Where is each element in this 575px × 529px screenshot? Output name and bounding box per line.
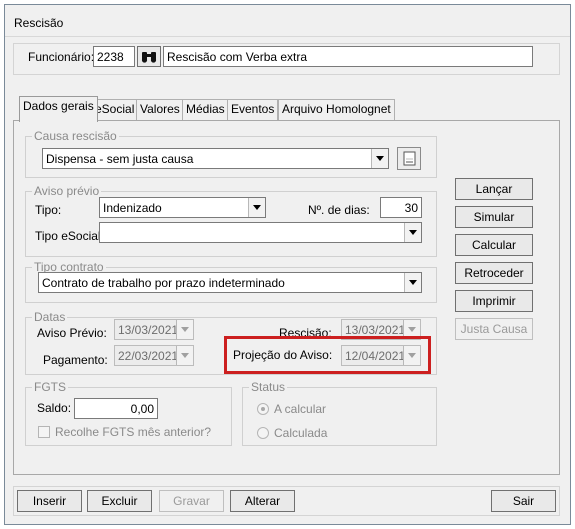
rescisao-date-value: 13/03/2021 xyxy=(345,323,406,337)
aviso-previo-title: Aviso prévio xyxy=(32,184,102,198)
rescisao-window: Rescisão Funcionário: Dados gerais eSoci… xyxy=(4,4,571,525)
projecao-aviso-date-value: 12/04/2021 xyxy=(345,349,406,363)
chevron-down-icon xyxy=(176,346,193,365)
chevron-down-icon xyxy=(403,346,420,365)
chevron-down-icon xyxy=(248,198,265,217)
retroceder-button[interactable]: Retroceder xyxy=(455,262,533,284)
fgts-title: FGTS xyxy=(32,380,68,394)
aviso-previo-date-picker[interactable]: 13/03/2021 xyxy=(114,319,194,340)
tipo-aviso-value: Indenizado xyxy=(103,201,162,215)
recolhe-fgts-label: Recolhe FGTS mês anterior? xyxy=(55,425,212,439)
status-group: Status xyxy=(242,380,437,446)
status-calculada-radio[interactable] xyxy=(257,427,269,439)
tipo-label: Tipo: xyxy=(35,203,62,217)
causa-details-button[interactable] xyxy=(397,147,421,170)
saldo-input[interactable] xyxy=(74,398,158,419)
pagamento-date-label: Pagamento: xyxy=(43,353,108,367)
dias-input[interactable] xyxy=(380,197,422,218)
tipo-contrato-value: Contrato de trabalho por prazo indetermi… xyxy=(42,276,285,290)
causa-rescisao-value: Dispensa - sem justa causa xyxy=(46,152,194,166)
causa-rescisao-select[interactable]: Dispensa - sem justa causa xyxy=(42,148,389,169)
causa-rescisao-title: Causa rescisão xyxy=(32,129,119,143)
status-a-calcular-label: A calcular xyxy=(274,402,327,416)
status-calculada-label: Calculada xyxy=(274,426,328,440)
recolhe-fgts-checkbox[interactable] xyxy=(38,426,50,438)
status-title: Status xyxy=(249,380,288,394)
justa-causa-button[interactable]: Justa Causa xyxy=(455,318,533,340)
tipo-contrato-select[interactable]: Contrato de trabalho por prazo indetermi… xyxy=(38,272,422,293)
projecao-aviso-label: Projeção do Aviso: xyxy=(233,348,333,362)
tab-content: Causa rescisão Dispensa - sem justa caus… xyxy=(5,5,570,524)
chevron-down-icon xyxy=(404,223,421,242)
document-icon xyxy=(403,151,416,166)
chevron-down-icon xyxy=(176,320,193,339)
simular-button[interactable]: Simular xyxy=(455,206,533,228)
datas-title: Datas xyxy=(32,310,68,324)
aviso-previo-date-value: 13/03/2021 xyxy=(118,323,179,337)
chevron-down-icon xyxy=(404,273,421,292)
dias-label: Nº. de dias: xyxy=(308,203,370,217)
projecao-aviso-date-picker[interactable]: 12/04/2021 xyxy=(341,345,421,366)
tipo-esocial-label: Tipo eSocial: xyxy=(35,229,104,243)
tab-dados-gerais[interactable]: Dados gerais xyxy=(19,96,98,122)
saldo-label: Saldo: xyxy=(37,401,72,415)
lancar-button[interactable]: Lançar xyxy=(455,178,533,200)
status-a-calcular-radio[interactable] xyxy=(257,403,269,415)
tipo-esocial-select[interactable] xyxy=(99,222,422,243)
aviso-previo-date-label: Aviso Prévio: xyxy=(37,326,107,340)
pagamento-date-value: 22/03/2021 xyxy=(118,349,179,363)
pagamento-date-picker[interactable]: 22/03/2021 xyxy=(114,345,194,366)
calcular-button[interactable]: Calcular xyxy=(455,234,533,256)
tipo-aviso-select[interactable]: Indenizado xyxy=(99,197,266,218)
chevron-down-icon xyxy=(371,149,388,168)
imprimir-button[interactable]: Imprimir xyxy=(455,290,533,312)
